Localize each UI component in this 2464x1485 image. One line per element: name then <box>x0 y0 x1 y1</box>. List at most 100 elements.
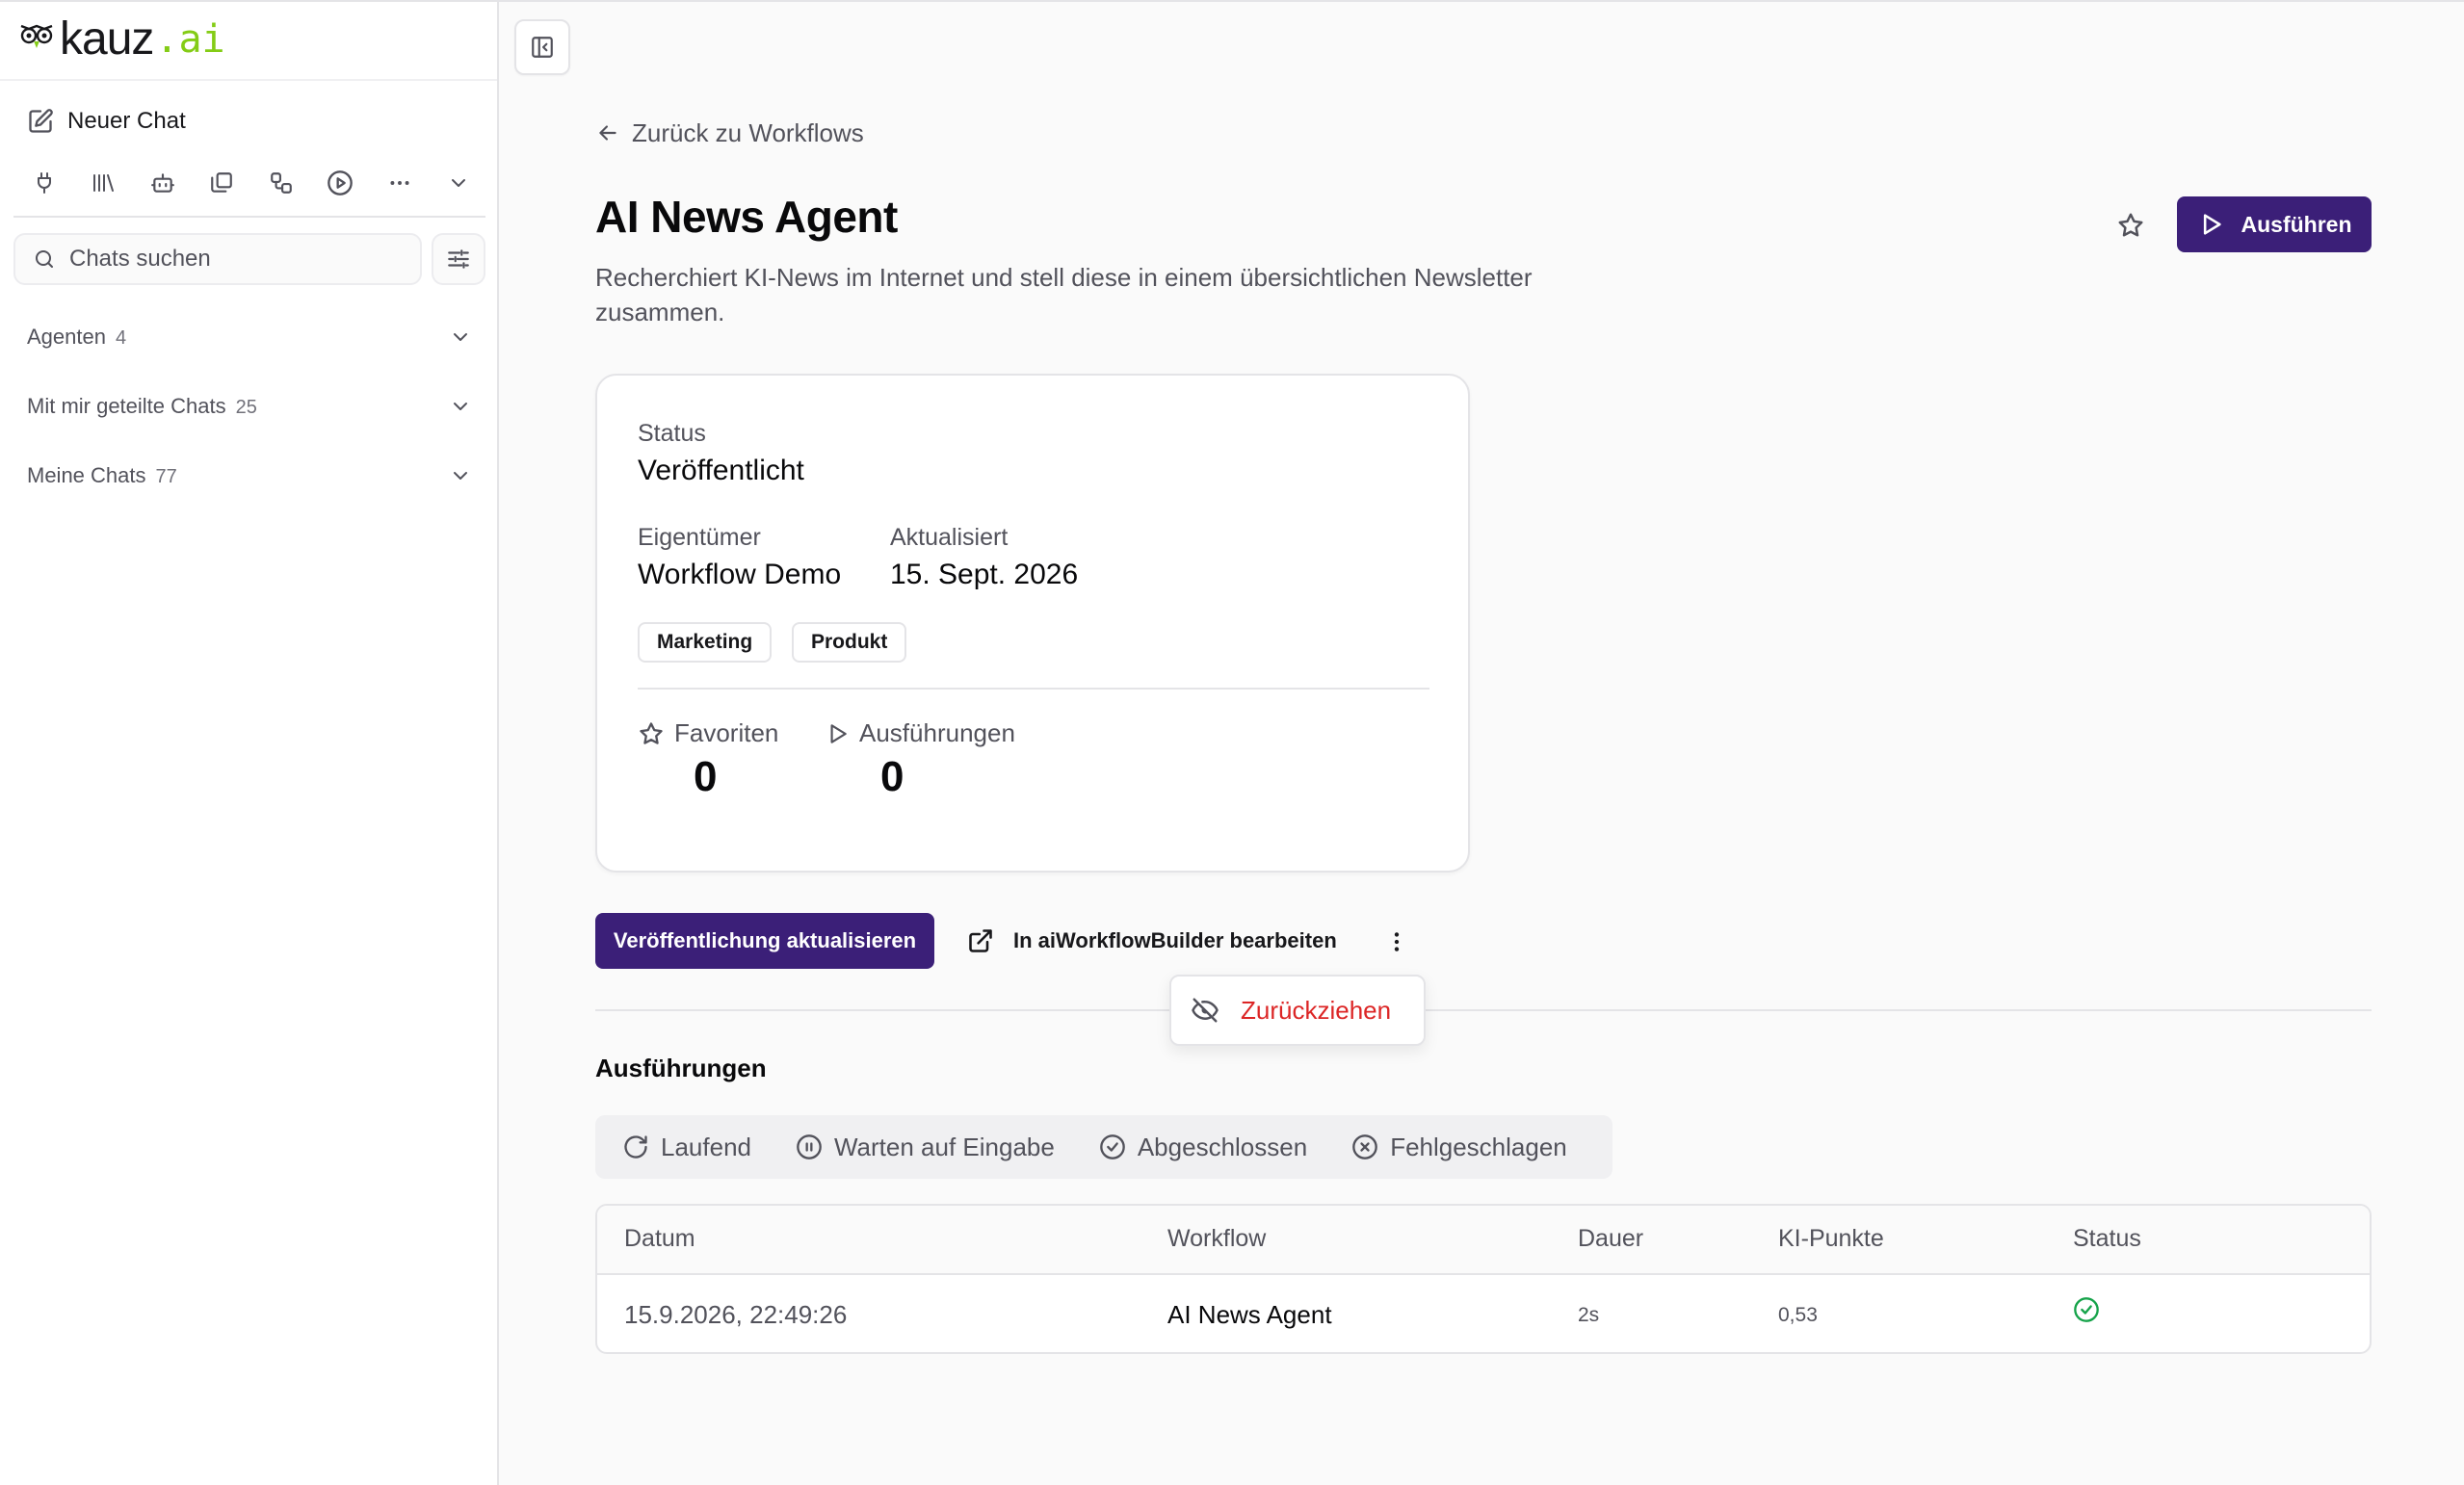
runs-section-title: Ausführungen <box>595 1054 767 1082</box>
agents-button[interactable] <box>144 164 182 202</box>
column-header-date[interactable]: Datum <box>624 1225 695 1253</box>
logo[interactable]: kauz .ai <box>17 15 225 64</box>
external-link-icon <box>969 929 992 952</box>
section-shared-chats[interactable]: Mit mir geteilte Chats 25 <box>27 387 472 426</box>
more-horizontal-icon <box>389 181 409 185</box>
divider <box>638 688 1429 690</box>
workflows-button[interactable] <box>262 164 301 202</box>
files-button[interactable] <box>202 164 241 202</box>
search-box <box>13 233 422 285</box>
run-button-label: Ausführen <box>2241 211 2352 237</box>
filter-label: Laufend <box>661 1132 751 1161</box>
expand-tools-button[interactable] <box>439 164 478 202</box>
cell-workflow: AI News Agent <box>1167 1300 1332 1329</box>
tag: Marketing <box>638 622 773 663</box>
plug-icon <box>38 172 51 194</box>
play-icon <box>830 723 847 743</box>
divider <box>595 1009 2372 1011</box>
filter-completed[interactable]: Abgeschlossen <box>1099 1133 1307 1162</box>
chevron-down-icon <box>451 179 465 187</box>
more-tools-button[interactable] <box>380 164 419 202</box>
new-chat-button[interactable]: Neuer Chat <box>27 102 186 141</box>
status-label: Status <box>638 420 706 447</box>
edit-in-builder-label: In aiWorkflowBuilder bearbeiten <box>1013 928 1337 952</box>
divider <box>0 79 497 81</box>
collapse-sidebar-button[interactable] <box>514 19 570 75</box>
filter-label: Abgeschlossen <box>1137 1132 1308 1161</box>
table-header: Datum Workflow Dauer KI-Punkte Status <box>597 1206 2370 1275</box>
page-title: AI News Agent <box>595 192 898 242</box>
back-to-workflows-link[interactable]: Zurück zu Workflows <box>595 116 864 150</box>
withdraw-menu-item[interactable]: Zurückziehen <box>1169 975 1426 1046</box>
more-actions-button[interactable] <box>1377 921 1416 963</box>
filter-label: Fehlgeschlagen <box>1390 1132 1567 1161</box>
filter-failed[interactable]: Fehlgeschlagen <box>1351 1133 1567 1162</box>
bot-icon <box>150 173 174 193</box>
favorites-count: 0 <box>694 753 718 800</box>
panel-left-close-icon <box>532 37 553 58</box>
star-icon <box>2118 213 2143 237</box>
cell-duration: 2s <box>1578 1304 1600 1326</box>
tag: Produkt <box>792 622 907 663</box>
section-count: 4 <box>115 327 127 349</box>
withdraw-label: Zurückziehen <box>1241 995 1392 1025</box>
run-status-filters: Laufend Warten auf Eingabe Abgeschlossen… <box>595 1115 1612 1179</box>
run-button[interactable]: Ausführen <box>2177 196 2372 252</box>
favorites-label: Favoriten <box>674 718 779 747</box>
arrow-left-icon <box>599 125 616 141</box>
section-label: Mit mir geteilte Chats <box>27 394 226 418</box>
star-icon <box>640 721 663 744</box>
section-label: Agenten <box>27 325 106 349</box>
chevron-down-icon <box>454 403 467 410</box>
files-icon <box>211 172 233 193</box>
filter-running[interactable]: Laufend <box>622 1133 751 1162</box>
back-link-label: Zurück zu Workflows <box>632 117 864 147</box>
sidebar: kauz .ai Neuer Chat Chats suchen Agenten… <box>0 2 499 1485</box>
sliders-icon <box>448 249 469 269</box>
update-publication-button[interactable]: Veröffentlichung aktualisieren <box>595 913 934 969</box>
x-circle-icon <box>1352 1134 1378 1159</box>
new-chat-label: Neuer Chat <box>67 108 186 134</box>
logo-wordmark: kauz <box>60 13 154 65</box>
updated-label: Aktualisiert <box>890 524 1009 551</box>
section-agents[interactable]: Agenten 4 <box>27 318 472 356</box>
cell-date: 15.9.2026, 22:49:26 <box>624 1300 848 1329</box>
divider <box>13 216 485 218</box>
column-header-status[interactable]: Status <box>2073 1225 2141 1253</box>
column-header-workflow[interactable]: Workflow <box>1167 1225 1266 1253</box>
workflow-icon <box>270 172 292 194</box>
library-icon <box>93 174 115 192</box>
workflow-info-card: Status Veröffentlicht Eigentümer Workflo… <box>595 374 1470 873</box>
eye-off-icon <box>1192 998 1219 1023</box>
success-status-icon <box>2074 1297 2099 1322</box>
tool-row <box>25 164 478 202</box>
section-count: 25 <box>235 397 257 418</box>
more-vertical-icon <box>1394 932 1400 951</box>
updated-value: 15. Sept. 2026 <box>890 559 1079 590</box>
runs-label: Ausführungen <box>859 718 1015 747</box>
page-description: Recherchiert KI-News im Internet und ste… <box>595 263 1533 326</box>
play-icon <box>2203 214 2221 235</box>
chat-filter-button[interactable] <box>432 233 485 285</box>
plugins-button[interactable] <box>25 164 64 202</box>
runs-table: Datum Workflow Dauer KI-Punkte Status 15… <box>595 1204 2372 1354</box>
runs-button[interactable] <box>321 164 359 202</box>
edit-in-builder-button[interactable]: In aiWorkflowBuilder bearbeiten <box>967 919 1337 963</box>
favorites-stat: Favoriten <box>638 718 778 748</box>
column-header-ai-points[interactable]: KI-Punkte <box>1778 1225 1884 1253</box>
runs-stat: Ausführungen <box>825 718 1015 748</box>
cell-ai-points: 0,53 <box>1778 1304 1818 1326</box>
favorite-button[interactable] <box>2110 204 2152 247</box>
library-button[interactable] <box>84 164 122 202</box>
check-circle-icon <box>1100 1134 1125 1159</box>
column-header-duration[interactable]: Dauer <box>1578 1225 1643 1253</box>
section-label: Meine Chats <box>27 463 146 487</box>
section-my-chats[interactable]: Meine Chats 77 <box>27 456 472 495</box>
status-value: Veröffentlicht <box>638 455 804 486</box>
section-count: 77 <box>155 466 177 487</box>
update-publication-label: Veröffentlichung aktualisieren <box>613 928 917 952</box>
owner-label: Eigentümer <box>638 524 761 551</box>
search-input[interactable] <box>69 246 397 273</box>
chevron-down-icon <box>454 333 467 341</box>
filter-waiting[interactable]: Warten auf Eingabe <box>796 1133 1055 1162</box>
